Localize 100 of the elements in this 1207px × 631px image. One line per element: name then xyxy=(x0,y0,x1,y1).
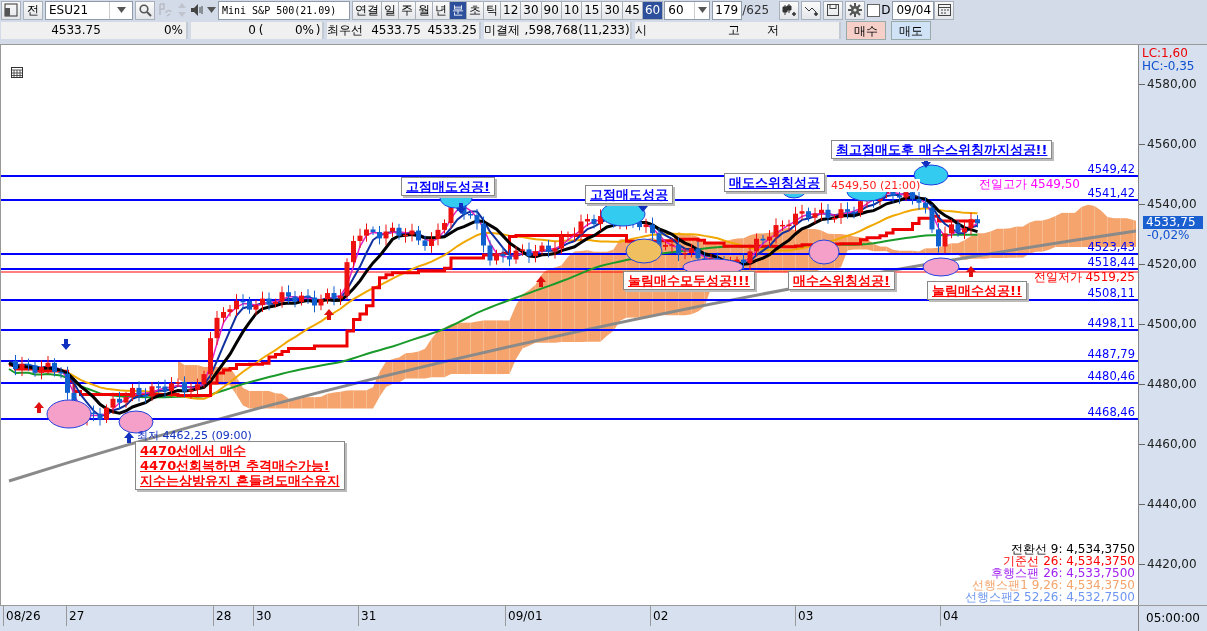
level-label: 4468,46 xyxy=(1087,405,1135,418)
level-label: 4508,11 xyxy=(1087,286,1135,299)
candlestick-add-icon xyxy=(782,3,797,18)
period-tab[interactable]: 연결 xyxy=(352,0,382,20)
date-label: 02 xyxy=(650,605,669,626)
price-tick: 4520,00 xyxy=(1147,257,1197,271)
quote-value: 4533.75 xyxy=(50,23,102,38)
calendar-button[interactable] xyxy=(934,0,955,20)
date-label: 30 xyxy=(253,605,272,626)
down-arrow-icon xyxy=(456,202,466,214)
annotation-note: 매도스위칭성공 xyxy=(724,172,825,192)
save-button[interactable] xyxy=(823,0,844,20)
date-label: 03 xyxy=(795,605,814,626)
caret-icon[interactable] xyxy=(207,7,216,14)
interval-combo[interactable]: 60 xyxy=(664,0,711,20)
quote-value: (11,233) xyxy=(578,23,630,38)
period-tab[interactable]: 분 xyxy=(449,0,467,20)
high-marker-label: 4549,50 (21:00) xyxy=(831,178,921,192)
period-tab[interactable]: 년 xyxy=(432,0,450,20)
date-label: 08/26 xyxy=(3,605,41,626)
period-tab[interactable]: 월 xyxy=(415,0,433,20)
price-change-label: -0,02% xyxy=(1147,228,1190,242)
chart-menu-icon[interactable] xyxy=(11,66,23,78)
current-price-tag: 4533,75 xyxy=(1143,215,1203,229)
price-tick: 4440,00 xyxy=(1147,497,1197,511)
candlestick-add-button[interactable] xyxy=(779,0,800,20)
time-label: 05:00:00 xyxy=(1146,611,1200,626)
highlight-ellipse xyxy=(922,257,960,277)
period-tab[interactable]: 30 xyxy=(520,0,542,20)
period-tab[interactable]: 30 xyxy=(601,0,623,20)
period-tab[interactable]: 60 xyxy=(641,0,664,20)
price-tick: 4480,00 xyxy=(1147,377,1197,391)
period-tab[interactable]: 12 xyxy=(500,0,522,20)
quote-value: 고 xyxy=(727,21,741,39)
quote-value: 0% xyxy=(162,23,183,38)
legend-entry: 전환선 9: 4,534,3750 xyxy=(1011,542,1135,555)
search-button[interactable] xyxy=(135,0,155,20)
quote-value: 0 xyxy=(247,23,256,38)
down-arrow-icon xyxy=(61,338,71,350)
level-label: 4480,46 xyxy=(1087,369,1135,382)
legend-entry: 선행스팬2 52,26: 4,532,7500 xyxy=(964,590,1135,603)
date-field[interactable]: 09/04 xyxy=(892,0,935,20)
total-count: /625 xyxy=(742,3,770,18)
layout-icon xyxy=(4,3,18,18)
level-label: 4523,43 xyxy=(1087,240,1135,253)
period-tab[interactable]: 15 xyxy=(581,0,603,20)
quote-value: 시 xyxy=(635,21,648,39)
search-icon xyxy=(138,3,152,17)
level-label: 4541,42 xyxy=(1087,186,1135,199)
quote-value: ) xyxy=(314,23,322,38)
legend-entry: 후행스팬 26: 4,533,7500 xyxy=(991,566,1135,579)
checkbox-label: D xyxy=(881,3,891,18)
quote-value: 저 xyxy=(767,21,780,39)
period-tab[interactable]: 일 xyxy=(381,0,399,20)
count-field[interactable]: 179 xyxy=(712,0,743,20)
price-tick: 4540,00 xyxy=(1147,197,1197,211)
low-marker-label: 최저 4462,25 (09:00) xyxy=(137,428,252,442)
legend-entry: 기준선 26: 4,534,3750 xyxy=(1003,554,1135,567)
d-checkbox[interactable] xyxy=(867,3,881,17)
price-tick: 4580,00 xyxy=(1147,77,1197,91)
caret-icon xyxy=(697,7,707,14)
settings-button[interactable] xyxy=(845,0,866,20)
annotation-note: 4470선에서 매수 4470선회복하면 추격매수가능! 지수는상방유지 흔들려도매수유지 xyxy=(135,440,345,490)
price-tick: 4460,00 xyxy=(1147,437,1197,451)
calendar-icon xyxy=(937,4,951,17)
date-label: 09/01 xyxy=(505,605,543,626)
previous-high-label: 전일고가 4549,50 xyxy=(978,177,1080,191)
previous-low-label: 전일저가 4519,25 xyxy=(1033,270,1135,284)
price-tick: 4500,00 xyxy=(1147,317,1197,331)
period-tab[interactable]: 틱 xyxy=(483,0,501,20)
save-icon xyxy=(826,3,841,18)
caret-icon xyxy=(116,7,126,14)
highlight-ellipse xyxy=(808,239,840,265)
period-tab[interactable]: 10 xyxy=(560,0,583,20)
symbol-combo[interactable]: ESU21 xyxy=(45,0,133,20)
front-button[interactable]: 전 xyxy=(23,0,43,20)
quote-value: 최우선 xyxy=(327,21,364,39)
period-tab[interactable]: 45 xyxy=(621,0,643,20)
date-label: 27 xyxy=(66,605,85,626)
date-label: 28 xyxy=(213,605,232,626)
period-tab[interactable]: 90 xyxy=(540,0,562,20)
up-arrow-icon xyxy=(124,431,134,443)
up-arrow-icon xyxy=(324,308,334,320)
period-tab[interactable]: 초 xyxy=(466,0,484,20)
lc-label: LC:1,60 xyxy=(1142,46,1188,60)
hc-label: HC:-0,35 xyxy=(1142,59,1195,73)
highlight-ellipse xyxy=(625,238,663,264)
level-label: 4498,11 xyxy=(1087,316,1135,329)
line-add-button[interactable] xyxy=(801,0,822,20)
level-label: 4487,79 xyxy=(1087,347,1135,360)
instrument-field[interactable]: Mini S&P 500(21.09) xyxy=(218,0,350,20)
date-label: 31 xyxy=(358,605,377,626)
layout-button[interactable] xyxy=(1,0,21,20)
up-arrow-icon xyxy=(34,401,44,413)
annotation-note: 매수스위칭성공! xyxy=(788,270,895,290)
date-label: 04 xyxy=(940,605,959,626)
period-tab[interactable]: 주 xyxy=(398,0,416,20)
up-arrow-icon xyxy=(966,265,976,277)
quote-value: ( xyxy=(257,23,265,38)
legend-entry: 선행스팬1 9,26: 4,534,3750 xyxy=(972,578,1135,591)
